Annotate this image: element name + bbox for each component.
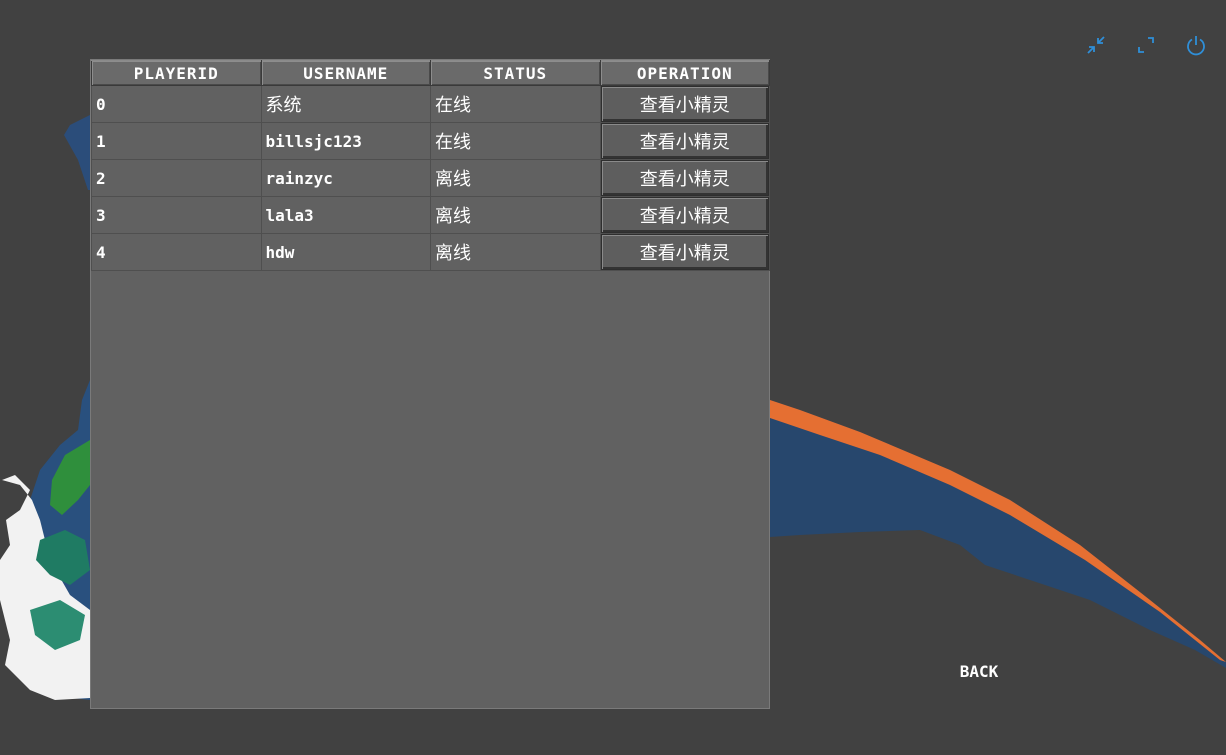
view-sprites-button[interactable]: 查看小精灵 xyxy=(600,234,769,270)
cell-status: 在线 xyxy=(430,85,601,123)
cell-username: billsjc123 xyxy=(260,122,431,160)
column-header-playerid[interactable]: PLAYERID xyxy=(91,60,262,86)
column-header-status[interactable]: STATUS xyxy=(430,60,601,86)
cell-playerid: 1 xyxy=(91,122,262,160)
power-button[interactable] xyxy=(1185,34,1207,56)
minimize-icon xyxy=(1087,36,1105,54)
table-row: 2 rainzyc 离线 查看小精灵 xyxy=(91,159,770,197)
table-row: 1 billsjc123 在线 查看小精灵 xyxy=(91,122,770,160)
cell-playerid: 3 xyxy=(91,196,262,234)
cell-username: hdw xyxy=(260,233,431,271)
cell-operation: 查看小精灵 xyxy=(599,122,770,160)
view-sprites-button[interactable]: 查看小精灵 xyxy=(600,197,769,233)
player-table-panel: PLAYERID USERNAME STATUS OPERATION 0 系统 … xyxy=(90,59,770,709)
cell-operation: 查看小精灵 xyxy=(599,233,770,271)
table-row: 0 系统 在线 查看小精灵 xyxy=(91,85,770,123)
power-icon xyxy=(1187,36,1205,56)
cell-playerid: 0 xyxy=(91,85,262,123)
cell-operation: 查看小精灵 xyxy=(599,85,770,123)
cell-username: 系统 xyxy=(260,85,431,123)
column-header-operation[interactable]: OPERATION xyxy=(599,60,770,86)
maximize-icon xyxy=(1138,37,1154,53)
cell-status: 离线 xyxy=(430,196,601,234)
column-header-username[interactable]: USERNAME xyxy=(260,60,431,86)
creature-left-wing xyxy=(64,115,90,190)
table-row: 3 lala3 离线 查看小精灵 xyxy=(91,196,770,234)
cell-operation: 查看小精灵 xyxy=(599,159,770,197)
cell-operation: 查看小精灵 xyxy=(599,196,770,234)
table-header-row: PLAYERID USERNAME STATUS OPERATION xyxy=(91,60,770,86)
cell-playerid: 2 xyxy=(91,159,262,197)
view-sprites-button[interactable]: 查看小精灵 xyxy=(600,86,769,122)
player-table: PLAYERID USERNAME STATUS OPERATION 0 系统 … xyxy=(91,60,770,271)
cell-status: 在线 xyxy=(430,122,601,160)
cell-status: 离线 xyxy=(430,233,601,271)
view-sprites-button[interactable]: 查看小精灵 xyxy=(600,123,769,159)
cell-username: lala3 xyxy=(260,196,431,234)
cell-username: rainzyc xyxy=(260,159,431,197)
maximize-button[interactable] xyxy=(1135,34,1157,56)
cell-playerid: 4 xyxy=(91,233,262,271)
back-button[interactable]: BACK xyxy=(950,660,1008,682)
minimize-button[interactable] xyxy=(1085,34,1107,56)
table-row: 4 hdw 离线 查看小精灵 xyxy=(91,233,770,271)
view-sprites-button[interactable]: 查看小精灵 xyxy=(600,160,769,196)
cell-status: 离线 xyxy=(430,159,601,197)
app-stage: PLAYERID USERNAME STATUS OPERATION 0 系统 … xyxy=(0,0,1226,755)
